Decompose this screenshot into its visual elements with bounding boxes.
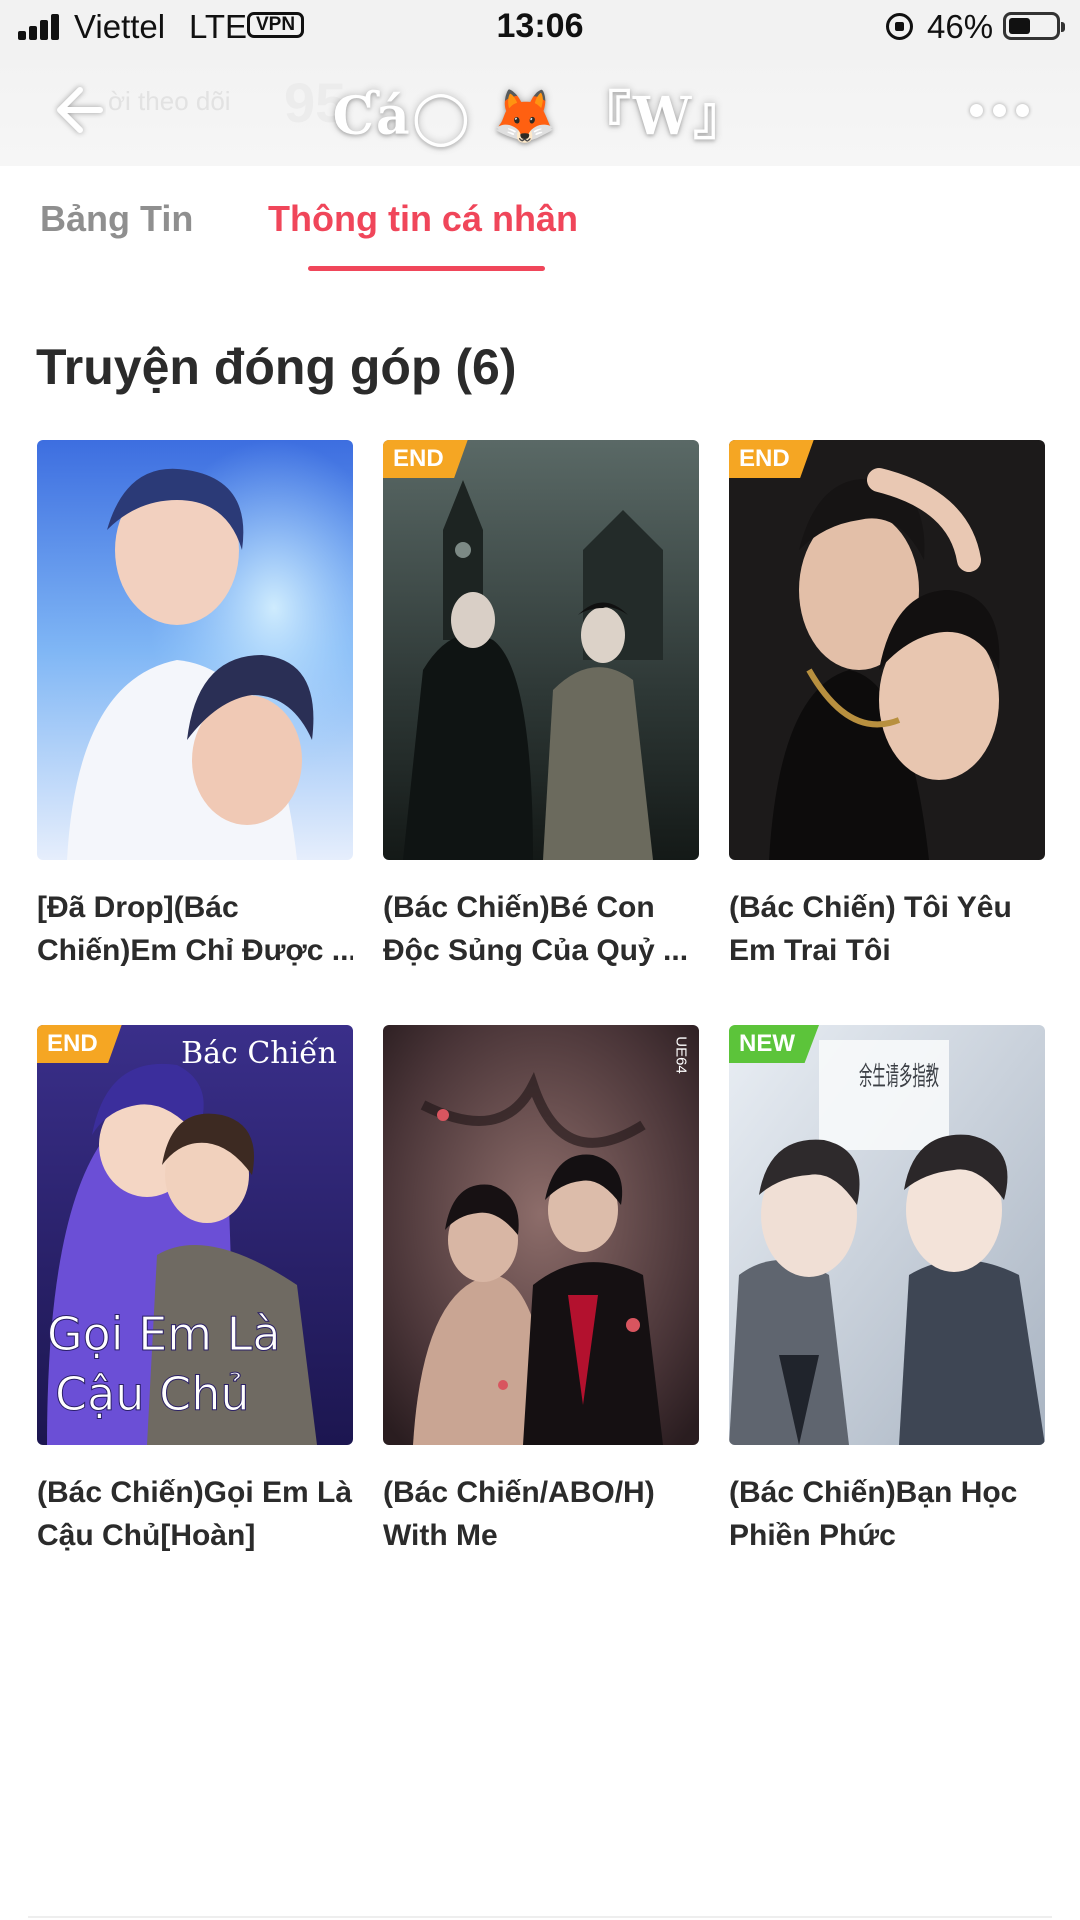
story-card[interactable]: Bác Chiến Gọi Em Là Cậu Chủ END (Bác Chi… xyxy=(37,1025,353,1557)
story-cover[interactable] xyxy=(37,440,353,860)
battery-icon xyxy=(1003,12,1065,40)
story-title[interactable]: (Bác Chiến)Bé Con Độc Sủng Của Quỷ ... xyxy=(383,886,699,972)
story-cover[interactable]: Bác Chiến Gọi Em Là Cậu Chủ END xyxy=(37,1025,353,1445)
cover-image: Bác Chiến Gọi Em Là Cậu Chủ xyxy=(37,1025,353,1445)
battery-level xyxy=(1009,18,1030,34)
story-cover[interactable]: END xyxy=(383,440,699,860)
story-cover[interactable]: UE64 xyxy=(383,1025,699,1445)
cover-side-text: UE64 xyxy=(673,1036,690,1074)
cover-image: UE64 xyxy=(383,1025,699,1445)
tab-personal-info[interactable]: Thông tin cá nhân xyxy=(268,198,578,240)
story-cover[interactable]: END xyxy=(729,440,1045,860)
story-status-badge: END xyxy=(383,440,468,478)
story-title[interactable]: (Bác Chiến/ABO/H) With Me xyxy=(383,1471,699,1557)
battery-percent: 46% xyxy=(927,8,994,45)
story-title[interactable]: [Đã Drop](Bác Chiến)Em Chỉ Được ... xyxy=(37,886,353,972)
story-card[interactable]: [Đã Drop](Bác Chiến)Em Chỉ Được ... xyxy=(37,440,353,972)
story-status-badge: END xyxy=(729,440,814,478)
status-bar: Viettel LTE VPN 13:06 46% xyxy=(0,0,1080,52)
cover-title-line2: Cậu Chủ xyxy=(55,1367,250,1421)
bottom-divider xyxy=(28,1916,1052,1918)
story-card[interactable]: 余生请多指教 NEW (Bác Chiến)Bạn Học Phiền Phức xyxy=(729,1025,1045,1557)
story-card[interactable]: END (Bác Chiến) Tôi Yêu Em Trai Tôi xyxy=(729,440,1045,972)
story-cover[interactable]: 余生请多指教 NEW xyxy=(729,1025,1045,1445)
cover-image xyxy=(37,440,353,860)
tab-news-feed[interactable]: Bảng Tin xyxy=(40,198,193,240)
cover-top-text: Bác Chiến xyxy=(181,1036,337,1071)
tab-bar: Bảng Tin Thông tin cá nhân xyxy=(0,166,1080,276)
navigation-header: ời theo dõi 95 Ƈá◯ 🦊 『W』 xyxy=(0,52,1080,166)
cover-image: 余生请多指教 xyxy=(729,1025,1045,1445)
profile-name: Ƈá◯ 🦊 『W』 xyxy=(332,86,748,147)
story-title[interactable]: (Bác Chiến) Tôi Yêu Em Trai Tôi xyxy=(729,886,1045,972)
screen: Viettel LTE VPN 13:06 46% ời theo dõi 95… xyxy=(0,0,1080,1920)
story-status-badge: END xyxy=(37,1025,122,1063)
rotation-lock-icon xyxy=(886,13,913,40)
cover-title-line1: Gọi Em Là xyxy=(47,1307,281,1361)
cover-top-text: 余生请多指教 xyxy=(859,1062,939,1092)
section-title: Truyện đóng góp (6) xyxy=(36,339,517,395)
story-card[interactable]: END (Bác Chiến)Bé Con Độc Sủng Của Quỷ .… xyxy=(383,440,699,972)
story-card[interactable]: UE64 (Bác Chiến/ABO/H) With Me xyxy=(383,1025,699,1557)
story-title[interactable]: (Bác Chiến)Bạn Học Phiền Phức xyxy=(729,1471,1045,1557)
active-tab-indicator xyxy=(308,266,545,271)
status-time: 13:06 xyxy=(496,7,584,45)
story-title[interactable]: (Bác Chiến)Gọi Em Là Cậu Chủ[Hoàn] xyxy=(37,1471,353,1557)
cover-image xyxy=(383,440,699,860)
cover-image xyxy=(729,440,1045,860)
more-dots-icon[interactable] xyxy=(970,98,1030,122)
story-status-badge: NEW xyxy=(729,1025,819,1063)
